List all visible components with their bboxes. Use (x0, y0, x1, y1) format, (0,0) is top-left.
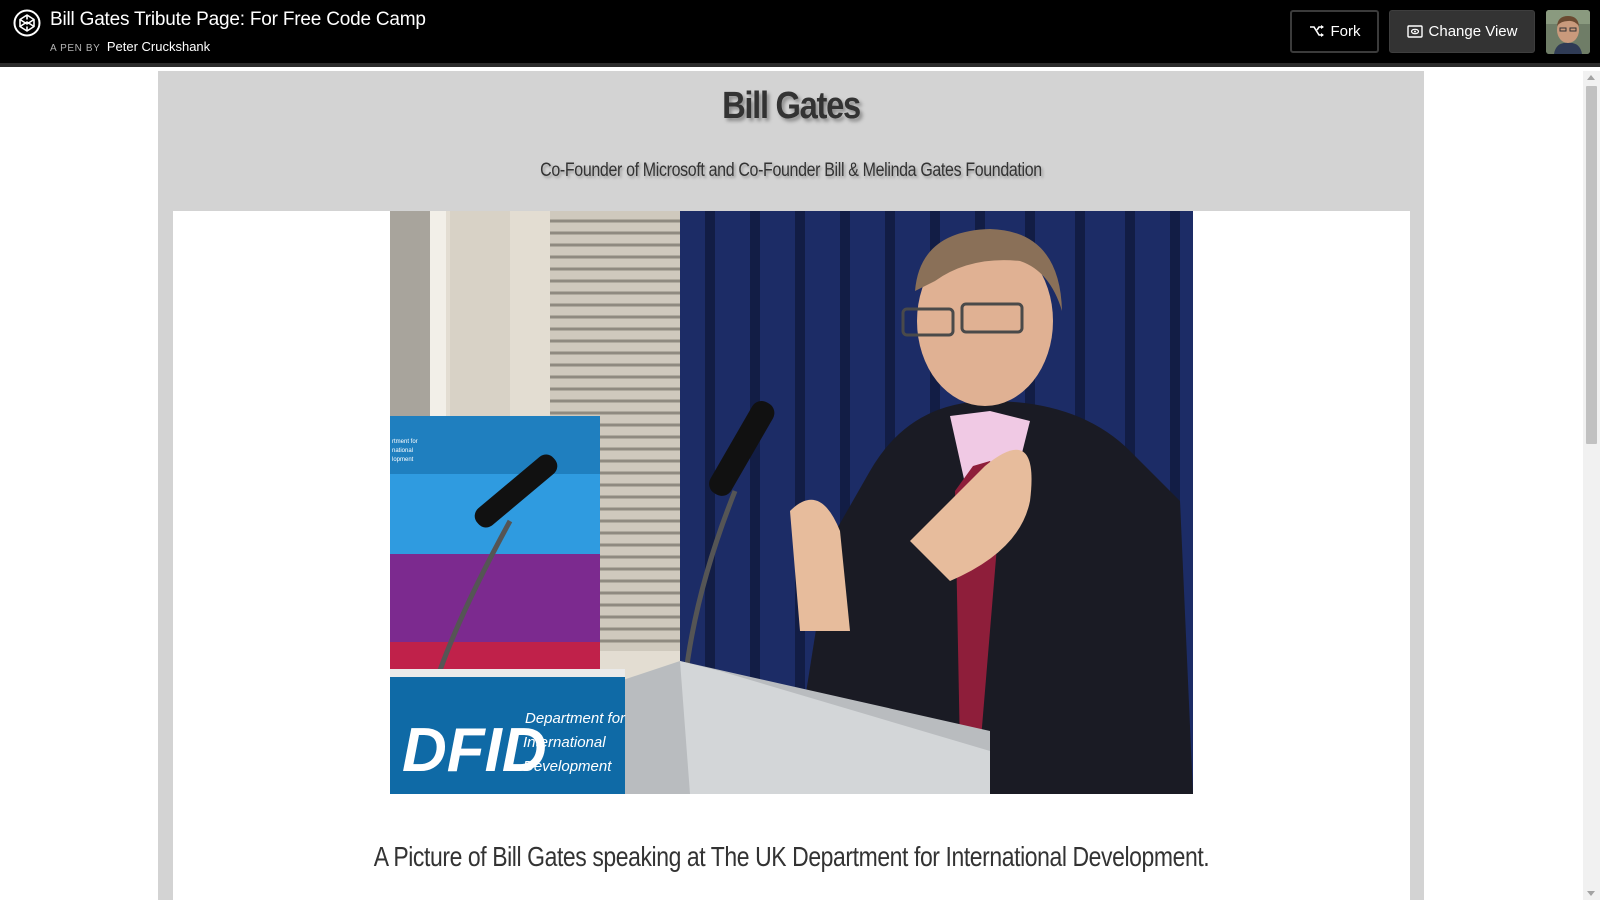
bill-gates-photo: rtment for national lopment DFID Departm… (390, 211, 1193, 794)
scroll-up-arrow-icon[interactable] (1587, 75, 1595, 80)
avatar-image (1546, 10, 1590, 54)
dfid-banner: rtment for national lopment (390, 416, 600, 700)
image-panel: rtment for national lopment DFID Departm… (173, 211, 1410, 900)
scrollbar-thumb[interactable] (1586, 86, 1597, 444)
tribute-main: Bill Gates Co-Founder of Microsoft and C… (158, 71, 1424, 900)
fork-icon (1309, 24, 1324, 37)
codepen-header: Bill Gates Tribute Page: For Free Code C… (0, 0, 1600, 67)
banner-line-1: rtment for (392, 439, 418, 445)
change-view-label: Change View (1428, 23, 1518, 40)
scroll-down-arrow-icon[interactable] (1587, 891, 1595, 896)
codepen-logo-icon[interactable] (13, 9, 41, 37)
fork-label: Fork (1330, 23, 1361, 40)
image-caption: A Picture of Bill Gates speaking at The … (373, 841, 1210, 872)
change-view-button[interactable]: Change View (1389, 10, 1535, 53)
fork-button[interactable]: Fork (1290, 10, 1379, 53)
pen-byline: A PEN BY Peter Cruckshank (50, 38, 210, 56)
banner-line-2: national (392, 448, 413, 454)
user-avatar[interactable] (1546, 10, 1590, 54)
change-view-icon (1406, 25, 1423, 38)
podium-sign-line-2: International (523, 734, 606, 751)
page-subtitle: Co-Founder of Microsoft and Co-Founder B… (540, 160, 1042, 181)
pen-title: Bill Gates Tribute Page: For Free Code C… (50, 9, 426, 30)
podium-sign-line-1: Department for (525, 710, 626, 727)
pen-by-label: A PEN BY (50, 43, 101, 54)
page-title: Bill Gates (722, 85, 861, 127)
banner-line-3: lopment (392, 457, 414, 463)
vertical-scrollbar[interactable] (1583, 71, 1600, 900)
pen-author-link[interactable]: Peter Cruckshank (107, 39, 210, 54)
pen-preview: Bill Gates Co-Founder of Microsoft and C… (0, 71, 1600, 900)
podium-sign-line-3: Development (523, 758, 612, 775)
